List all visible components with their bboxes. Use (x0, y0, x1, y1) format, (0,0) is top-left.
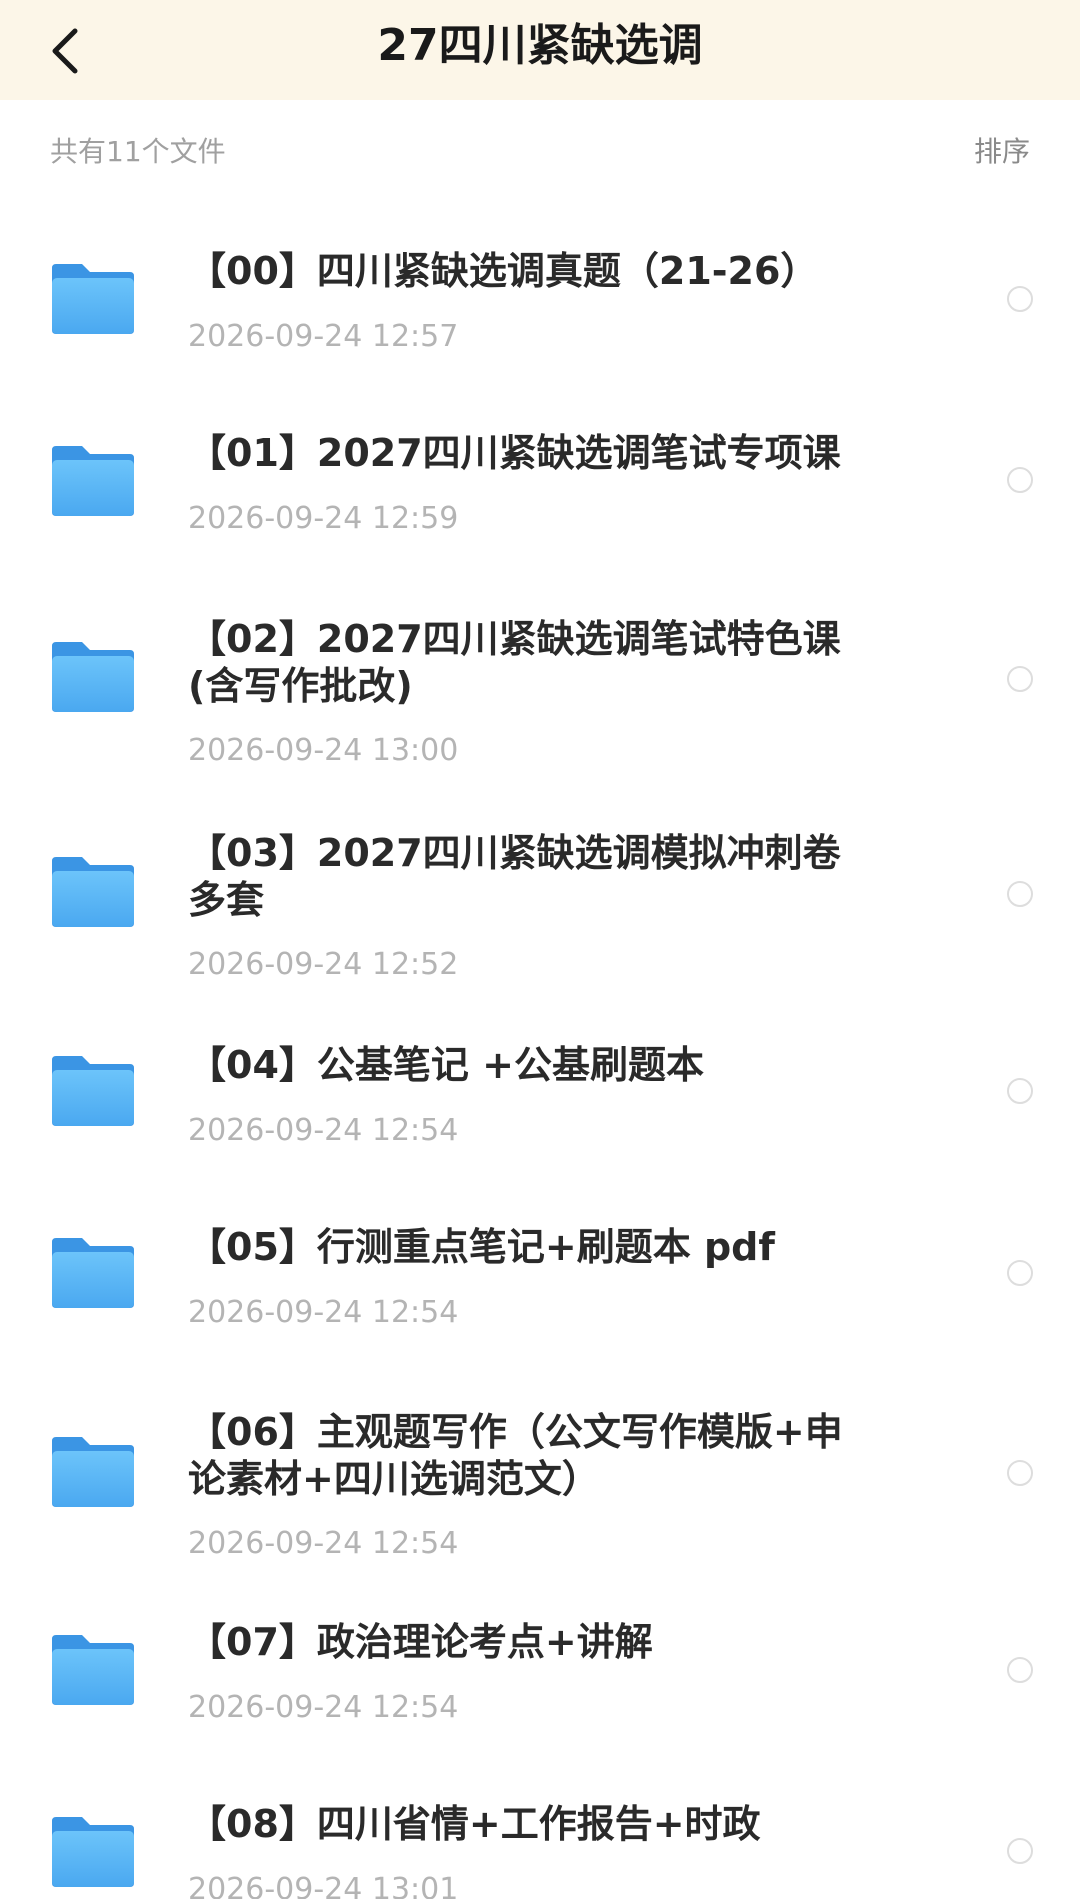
item-title: 【01】2027四川紧缺选调笔试专项课 (188, 431, 841, 475)
item-date: 2026-09-24 12:54 (188, 1295, 459, 1330)
list-item[interactable]: 【00】四川紧缺选调真题（21-26） 2026-09-24 12:57 (0, 230, 1080, 390)
item-title: 【02】2027四川紧缺选调笔试特色课(含写作批改) (188, 617, 841, 708)
item-title: 【04】公基笔记 +公基刷题本 (188, 1043, 704, 1087)
folder-icon (52, 1635, 134, 1705)
folder-icon (52, 1437, 134, 1507)
list-item[interactable]: 【06】主观题写作（公文写作模版+申论素材+四川选调范文） 2026-09-24… (0, 1405, 1080, 1595)
item-title: 【08】四川省情+工作报告+时政 (188, 1802, 761, 1846)
folder-icon (52, 264, 134, 334)
item-date: 2026-09-24 12:52 (188, 947, 459, 982)
list-item[interactable]: 【05】行测重点笔记+刷题本 pdf 2026-09-24 12:54 (0, 1210, 1080, 1360)
item-date: 2026-09-24 12:54 (188, 1113, 459, 1148)
item-date: 2026-09-24 12:54 (188, 1526, 459, 1561)
folder-icon (52, 1238, 134, 1308)
list-item[interactable]: 【04】公基笔记 +公基刷题本 2026-09-24 12:54 (0, 1030, 1080, 1180)
list-item[interactable]: 【02】2027四川紧缺选调笔试特色课(含写作批改) 2026-09-24 13… (0, 600, 1080, 790)
select-radio[interactable] (1007, 467, 1033, 493)
item-title: 【03】2027四川紧缺选调模拟冲刺卷多套 (188, 831, 841, 922)
list-item[interactable]: 【07】政治理论考点+讲解 2026-09-24 12:54 (0, 1615, 1080, 1765)
item-date: 2026-09-24 12:59 (188, 501, 459, 536)
select-radio[interactable] (1007, 286, 1033, 312)
item-date: 2026-09-24 12:57 (188, 319, 459, 354)
folder-icon (52, 1056, 134, 1126)
page-title: 27四川紧缺选调 (377, 20, 703, 71)
item-date: 2026-09-24 13:00 (188, 733, 459, 768)
select-radio[interactable] (1007, 1460, 1033, 1486)
select-radio[interactable] (1007, 881, 1033, 907)
folder-icon (52, 642, 134, 712)
item-title: 【00】四川紧缺选调真题（21-26） (188, 249, 819, 293)
top-bar: 27四川紧缺选调 (0, 0, 1080, 100)
list-item[interactable]: 【03】2027四川紧缺选调模拟冲刺卷多套 2026-09-24 12:52 (0, 815, 1080, 1005)
folder-icon (52, 446, 134, 516)
select-radio[interactable] (1007, 666, 1033, 692)
folder-icon (52, 857, 134, 927)
sort-button[interactable]: 排序 (974, 132, 1030, 172)
list-item[interactable]: 【08】四川省情+工作报告+时政 2026-09-24 13:01 (0, 1795, 1080, 1899)
select-radio[interactable] (1007, 1078, 1033, 1104)
select-radio[interactable] (1007, 1657, 1033, 1683)
select-radio[interactable] (1007, 1260, 1033, 1286)
item-title: 【05】行测重点笔记+刷题本 pdf (188, 1225, 775, 1269)
item-title: 【06】主观题写作（公文写作模版+申论素材+四川选调范文） (188, 1410, 843, 1501)
list-item[interactable]: 【01】2027四川紧缺选调笔试专项课 2026-09-24 12:59 (0, 410, 1080, 560)
file-count-label: 共有11个文件 (50, 135, 226, 168)
item-date: 2026-09-24 12:54 (188, 1690, 459, 1725)
select-radio[interactable] (1007, 1838, 1033, 1864)
folder-icon (52, 1817, 134, 1887)
item-title: 【07】政治理论考点+讲解 (188, 1620, 653, 1664)
item-date: 2026-09-24 13:01 (188, 1872, 459, 1899)
